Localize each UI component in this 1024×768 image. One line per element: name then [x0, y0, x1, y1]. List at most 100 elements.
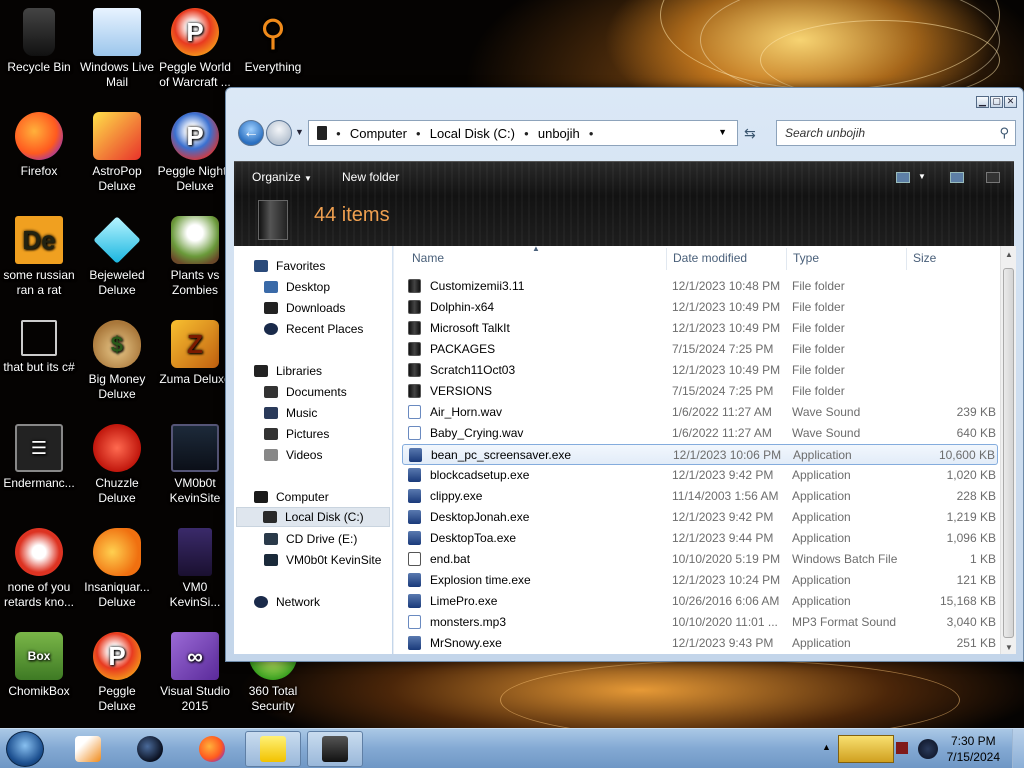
help-icon[interactable]	[986, 172, 1000, 183]
file-row[interactable]: Microsoft TalkIt 12/1/2023 10:49 PM File f…	[402, 318, 998, 339]
nav-favorites[interactable]: Favorites	[254, 256, 325, 276]
organize-button[interactable]: Organize ▼	[252, 170, 312, 184]
chevron-down-icon[interactable]: ▼	[718, 127, 727, 137]
desktop-icon-astropop[interactable]: AstroPop Deluxe	[78, 112, 156, 194]
start-button[interactable]	[6, 731, 44, 767]
scrollbar-thumb[interactable]	[1003, 268, 1014, 638]
tray-icon-group[interactable]	[838, 735, 894, 763]
column-header-name[interactable]: Name	[412, 251, 444, 265]
desktop-icon-recycle-bin[interactable]: Recycle Bin	[0, 8, 78, 75]
scroll-down-icon[interactable]: ▼	[1005, 643, 1013, 652]
desktop-icon-big-money[interactable]: $ Big Money Deluxe	[78, 320, 156, 402]
forward-button[interactable]	[266, 120, 292, 146]
minimize-button[interactable]: ▁	[976, 96, 989, 108]
maximize-button[interactable]: ▢	[990, 96, 1003, 108]
file-row[interactable]: clippy.exe 11/14/2003 1:56 AM Application 2…	[402, 486, 998, 507]
file-row[interactable]: Air_Horn.wav 1/6/2022 11:27 AM Wave Sound 2…	[402, 402, 998, 423]
refresh-icon[interactable]: ⇆	[744, 125, 756, 142]
column-header-date[interactable]: Date modified	[673, 251, 747, 265]
desktop-icon-everything[interactable]: ⚲ Everything	[234, 8, 312, 75]
desktop-icon-windows-live-mail[interactable]: Windows Live Mail	[78, 8, 156, 90]
nav-music[interactable]: Music	[264, 403, 317, 423]
file-row[interactable]: Baby_Crying.wav 1/6/2022 11:27 AM Wave Sou…	[402, 423, 998, 444]
desktop-icon-zuma[interactable]: Z Zuma Deluxe	[156, 320, 234, 387]
file-row[interactable]: monsters.mp3 10/10/2020 11:01 ... MP3 Form…	[402, 612, 998, 633]
close-button[interactable]: ✕	[1004, 96, 1017, 108]
file-row[interactable]: Scratch11Oct03 12/1/2023 10:49 PM File fol…	[402, 360, 998, 381]
desktop-icon-vm0b0t-kevinsite[interactable]: VM0b0t KevinSite	[156, 424, 234, 506]
breadcrumb-separator[interactable]: ●	[521, 129, 532, 138]
nav-recent-places[interactable]: Recent Places	[264, 319, 363, 339]
nav-libraries[interactable]: Libraries	[254, 361, 322, 381]
taskbar-explorer[interactable]	[307, 731, 363, 767]
file-row[interactable]: PACKAGES 7/15/2024 7:25 PM File folder	[402, 339, 998, 360]
taskbar-notepad[interactable]	[245, 731, 301, 767]
desktop-icon-peggle-wow[interactable]: P Peggle World of Warcraft ...	[156, 8, 234, 90]
tray-network-icon[interactable]	[918, 739, 938, 759]
desktop-icon-insaniquarium[interactable]: Insaniquar... Deluxe	[78, 528, 156, 610]
chevron-down-icon[interactable]: ▼	[918, 172, 926, 181]
breadcrumb-unbojih[interactable]: unbojih	[532, 126, 586, 141]
nav-local-disk[interactable]: Local Disk (C:)	[236, 507, 390, 527]
desktop-icon-vm0-kevinsite[interactable]: VM0 KevinSi...	[156, 528, 234, 610]
desktop-icon-chuzzle[interactable]: Chuzzle Deluxe	[78, 424, 156, 506]
file-row[interactable]: Customizemii3.11 12/1/2023 10:48 PM File f…	[402, 276, 998, 297]
desktop-icon-plants-vs-zombies[interactable]: Plants vs Zombies	[156, 216, 234, 298]
nav-vm-site[interactable]: VM0b0t KevinSite	[264, 550, 381, 570]
file-row[interactable]: end.bat 10/10/2020 5:19 PM Windows Batch F…	[402, 549, 998, 570]
nav-cd-drive[interactable]: CD Drive (E:)	[264, 529, 357, 549]
desktop-icon-visual-studio[interactable]: ∞ Visual Studio 2015	[156, 632, 234, 714]
nav-videos[interactable]: Videos	[264, 445, 322, 465]
clock[interactable]: 7:30 PM 7/15/2024	[947, 733, 1000, 765]
file-row[interactable]: DesktopToa.exe 12/1/2023 9:44 PM Applicati…	[402, 528, 998, 549]
file-row[interactable]: LimePro.exe 10/26/2016 6:06 AM Application…	[402, 591, 998, 612]
breadcrumb-separator[interactable]: ●	[413, 129, 424, 138]
tray-flag-icon[interactable]	[896, 742, 908, 754]
preview-pane-icon[interactable]	[950, 172, 964, 183]
desktop-icon-peggle-nights[interactable]: P Peggle Nights Deluxe	[156, 112, 234, 194]
file-row[interactable]: bean_pc_screensaver.exe 12/1/2023 10:06 P…	[402, 444, 998, 465]
file-row[interactable]: Explosion time.exe 12/1/2023 10:24 PM Appl…	[402, 570, 998, 591]
desktop-icon-chomikbox[interactable]: Box ChomikBox	[0, 632, 78, 699]
nav-downloads[interactable]: Downloads	[264, 298, 345, 318]
file-row[interactable]: VERSIONS 7/15/2024 7:25 PM File folder	[402, 381, 998, 402]
file-row[interactable]: MrSnowy.exe 12/1/2023 9:43 PM Application 2…	[402, 633, 998, 654]
address-bar[interactable]: ● Computer ● Local Disk (C:) ● unbojih ●…	[308, 120, 738, 146]
nav-desktop[interactable]: Desktop	[264, 277, 330, 297]
desktop-icon-some-russian[interactable]: De some russian ran a rat	[0, 216, 78, 298]
desktop-icon-endermanc[interactable]: ☰ Endermanc...	[0, 424, 78, 491]
desktop-icon-peggle-deluxe[interactable]: P Peggle Deluxe	[78, 632, 156, 714]
column-separator[interactable]	[666, 248, 667, 270]
breadcrumb-separator[interactable]: ●	[586, 129, 597, 138]
taskbar-media-player[interactable]	[60, 731, 116, 767]
nav-network[interactable]: Network	[254, 592, 320, 612]
new-folder-button[interactable]: New folder	[342, 170, 399, 184]
scroll-up-icon[interactable]: ▲	[1005, 250, 1013, 259]
desktop-icon-that-but-its-csharp[interactable]: that but its c#	[0, 320, 78, 375]
desktop-icon-bejeweled[interactable]: Bejeweled Deluxe	[78, 216, 156, 298]
file-row[interactable]: blockcadsetup.exe 12/1/2023 9:42 PM Applic…	[402, 465, 998, 486]
nav-computer[interactable]: Computer	[254, 487, 329, 507]
taskbar-firefox[interactable]	[184, 731, 240, 767]
breadcrumb-computer[interactable]: Computer	[344, 126, 413, 141]
file-row[interactable]: DesktopJonah.exe 12/1/2023 9:42 PM Applica…	[402, 507, 998, 528]
column-separator[interactable]	[906, 248, 907, 270]
back-button[interactable]: ←	[238, 120, 264, 146]
vertical-scrollbar[interactable]: ▲ ▼	[1000, 246, 1016, 654]
column-header-size[interactable]: Size	[913, 251, 936, 265]
show-desktop-button[interactable]	[1012, 729, 1024, 768]
column-header-type[interactable]: Type	[793, 251, 819, 265]
desktop-icon-none-of-you[interactable]: none of you retards kno...	[0, 528, 78, 610]
change-view-icon[interactable]	[896, 172, 910, 183]
desktop-icon-firefox[interactable]: Firefox	[0, 112, 78, 179]
show-hidden-icons-icon[interactable]: ▲	[822, 742, 831, 752]
search-input[interactable]: Search unbojih ⚲	[776, 120, 1016, 146]
nav-documents[interactable]: Documents	[264, 382, 347, 402]
taskbar-globe[interactable]	[122, 731, 178, 767]
recent-pages-button[interactable]: ▼	[295, 127, 304, 137]
breadcrumb-local-disk[interactable]: Local Disk (C:)	[424, 126, 521, 141]
breadcrumb-separator[interactable]: ●	[333, 129, 344, 138]
file-row[interactable]: Dolphin-x64 12/1/2023 10:49 PM File folder	[402, 297, 998, 318]
column-separator[interactable]	[786, 248, 787, 270]
nav-pictures[interactable]: Pictures	[264, 424, 329, 444]
